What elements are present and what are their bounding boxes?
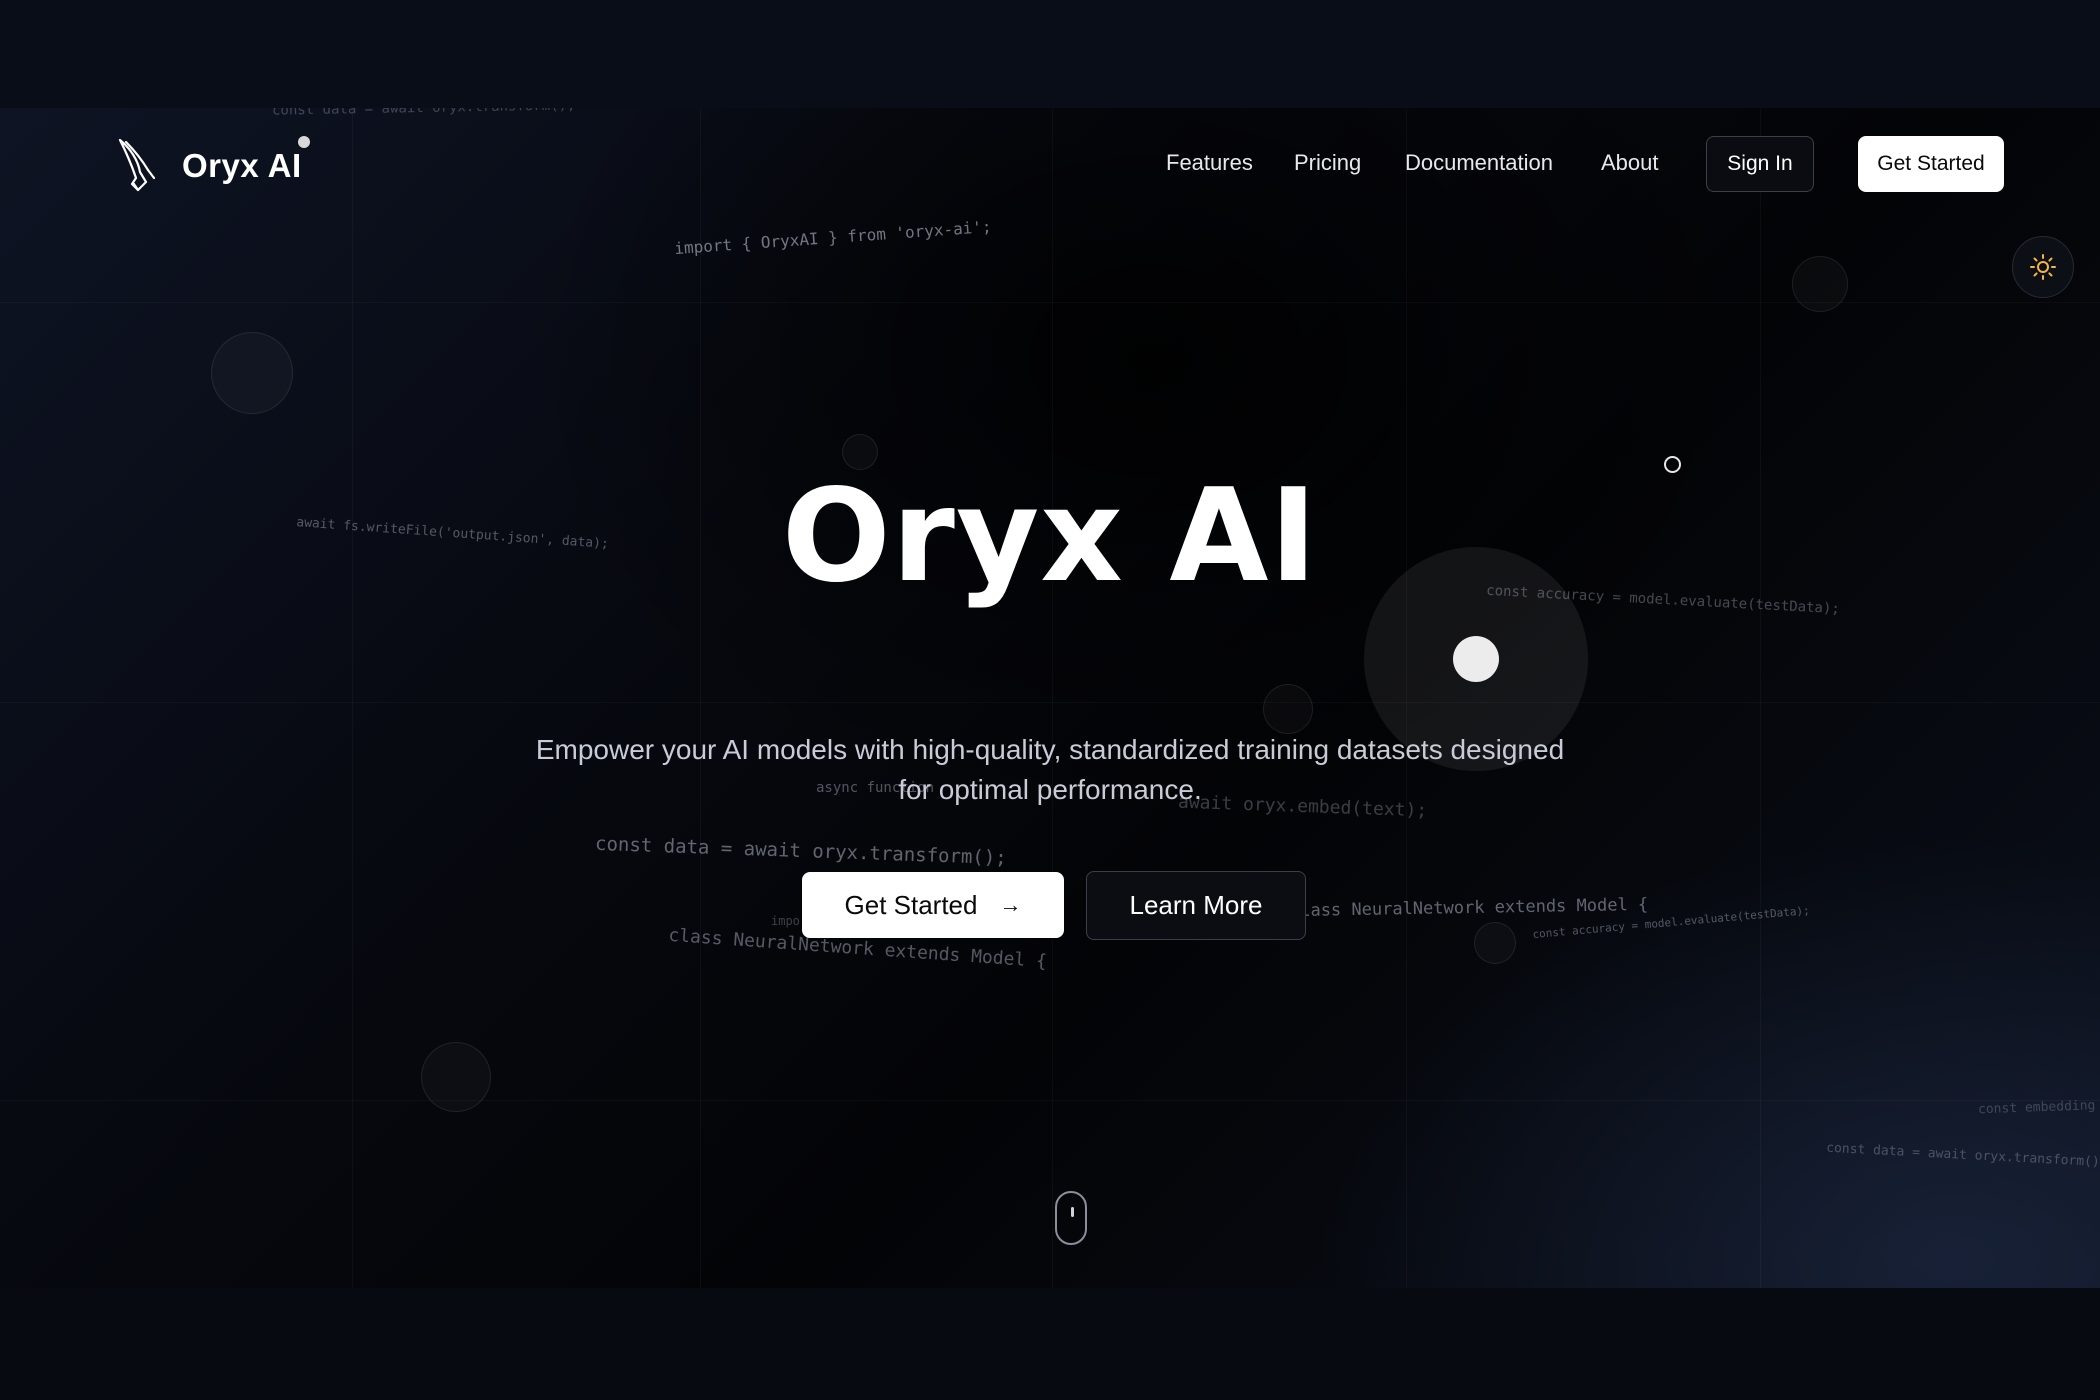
cursor-ring [1664, 456, 1681, 473]
code-snippet: const data = await oryx.transform(); [271, 108, 576, 119]
hero-get-started-button[interactable]: Get Started → [802, 872, 1064, 938]
grid-line [1760, 108, 1761, 1288]
code-snippet: import { OryxAI } from 'oryx-ai'; [673, 216, 993, 259]
logo[interactable]: Oryx AI [116, 138, 302, 194]
background-bubble [211, 332, 293, 414]
background-bubble [1474, 922, 1516, 964]
nav-link-features[interactable]: Features [1166, 150, 1253, 176]
grid-line [0, 1100, 2100, 1101]
theme-toggle-button[interactable] [2012, 236, 2074, 298]
nav-get-started-button[interactable]: Get Started [1858, 136, 2004, 192]
oryx-horn-icon [118, 138, 156, 192]
learn-more-button[interactable]: Learn More [1086, 871, 1306, 940]
grid-line [352, 108, 353, 1288]
logo-dot [298, 136, 310, 148]
hero-subtitle: Empower your AI models with high-quality… [535, 734, 1565, 805]
nav-link-documentation[interactable]: Documentation [1405, 150, 1553, 176]
sun-icon [2030, 254, 2056, 280]
scroll-wheel [1071, 1207, 1074, 1217]
nav-link-pricing[interactable]: Pricing [1294, 150, 1361, 176]
grid-line [0, 302, 2100, 303]
code-snippet: const data = await oryx.transform(); [594, 832, 1008, 870]
nav-link-about[interactable]: About [1601, 150, 1659, 176]
grid-line [700, 108, 701, 1288]
hero-get-started-label: Get Started [844, 889, 978, 920]
top-band [0, 0, 2100, 108]
background-bubble [1263, 684, 1313, 734]
brand-name: Oryx AI [182, 147, 302, 184]
grid-line [1052, 108, 1053, 1288]
code-snippet: impo [771, 914, 800, 928]
bottom-band [0, 1288, 2100, 1400]
background-bubble [1792, 256, 1848, 312]
background-bubble [421, 1042, 491, 1112]
grid-line [0, 702, 2100, 703]
arrow-right-icon: → [999, 892, 1022, 917]
cursor-dot [1453, 636, 1499, 682]
screen: const data = await oryx.transform(); imp… [0, 0, 2100, 1400]
mouse-scroll-icon[interactable] [1055, 1191, 1087, 1245]
code-snippet: class NeuralNetwork extends Model { [1289, 894, 1649, 922]
sign-in-button[interactable]: Sign In [1706, 136, 1814, 192]
code-snippet: const data = await oryx.transform(); [1825, 1140, 2100, 1171]
hero-title: Oryx AI [781, 462, 1319, 611]
hero-section: const data = await oryx.transform(); imp… [0, 108, 2100, 1288]
